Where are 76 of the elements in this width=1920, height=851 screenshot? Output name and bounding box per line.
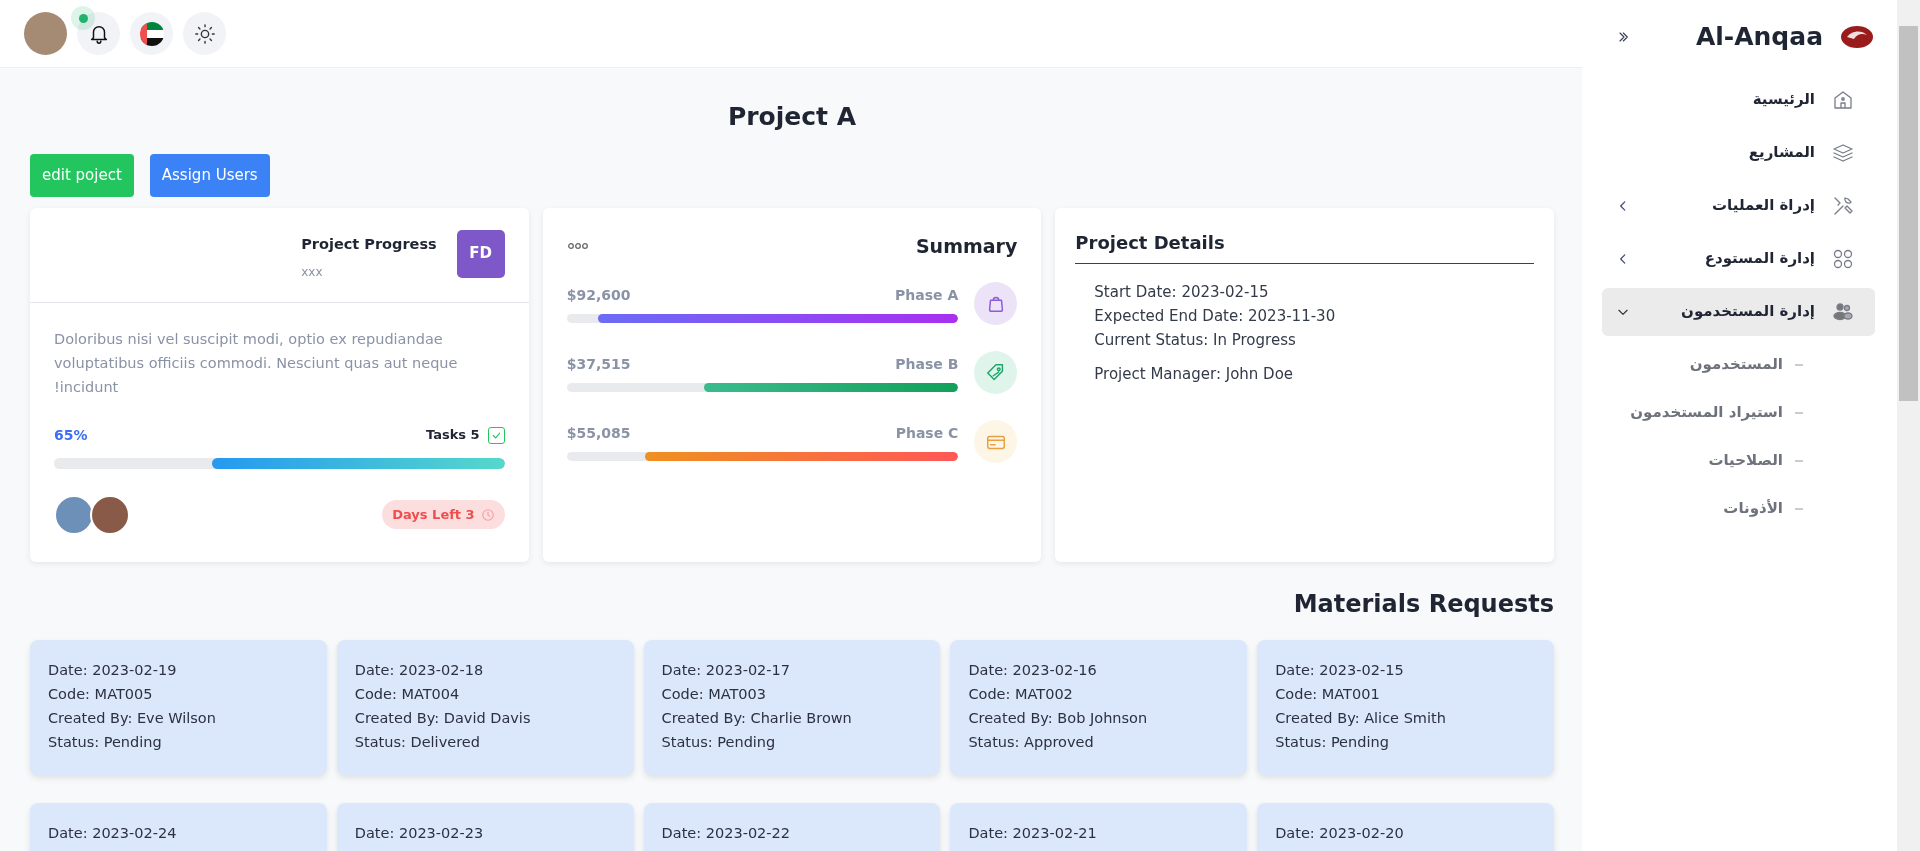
request-card[interactable]: Date: 2023-02-23 [336,803,634,851]
request-text: Date: 2023-02-21 [968,824,1098,844]
progress-percent: 65% [54,425,88,445]
request-text: Code: MAT005 [48,685,154,705]
request-card[interactable]: Date: 2023-02-21 [950,803,1248,851]
request-text: Created By: Charlie Brown [661,709,853,729]
phase-amount: $55,085 [566,423,631,443]
request-text: Date: 2023-02-18 [354,661,485,681]
request-text: Date: 2023-02-16 [968,661,1098,681]
request-card[interactable]: Date: 2023-02-24 [30,803,327,851]
request-text: Status: Pending [661,733,777,753]
scrollbar[interactable] [1897,0,1920,851]
notification-button[interactable] [77,12,120,55]
phase-label: Phase B [895,354,959,374]
card-title: Project Progress [301,234,437,254]
request-text: Date: 2023-02-24 [48,824,178,844]
more-icon [566,241,589,250]
request-text: Code: MAT004 [354,685,461,705]
detail-text: Current Status: In Progress [1094,330,1297,352]
request-text: Created By: Eve Wilson [48,709,217,729]
language-button[interactable] [130,12,173,55]
request-card[interactable]: Date: 2023-02-19 Code: MAT005 Created By: Eve Wilson Status: Pending [30,640,327,776]
request-text: Date: 2023-02-17 [661,661,791,681]
request-text: Created By: David Davis [354,709,532,729]
sun-icon [193,22,216,45]
request-card[interactable]: Date: 2023-02-17 Code: MAT003 Created By: Charlie Brown Status: Pending [643,640,941,776]
request-card[interactable]: Date: 2023-02-22 [643,803,941,851]
assign-button[interactable]: Assign Users [149,154,270,197]
phase-label: Phase A [895,285,959,305]
sidebar-item[interactable]: إدراة العمليات [1602,181,1875,230]
request-text: Status: Approved [968,733,1095,753]
sidebar-item[interactable]: المشاريع [1602,128,1875,177]
card-title: Summary [915,233,1018,259]
request-text: Status: Delivered [354,733,481,753]
submenu-item[interactable]: الأذونات [1602,484,1875,533]
section-title: Materials Requests [1292,589,1554,619]
request-text: Created By: Alice Smith [1275,709,1447,729]
phase-amount: $37,515 [566,354,631,374]
detail-text: Expected End Date: 2023-11-30 [1094,306,1337,328]
page-title: Project A [726,102,858,132]
sidebar-item[interactable]: إدارة المستخدمون [1602,287,1875,336]
request-card[interactable]: Date: 2023-02-16 Code: MAT002 Created By: Bob Johnson Status: Approved [950,640,1248,776]
request-text: Code: MAT002 [968,685,1074,705]
submenu-item[interactable]: الصلاحيات [1602,436,1875,485]
card-title: Project Details [1075,231,1534,265]
request-text: Date: 2023-02-15 [1275,661,1405,681]
request-text: Created By: Bob Johnson [968,709,1149,729]
request-text: Code: MAT001 [1275,685,1381,705]
request-text: Date: 2023-02-19 [48,661,178,681]
phase-amount: $92,600 [566,285,631,305]
phase-label: Phase C [895,423,959,443]
request-card[interactable]: Date: 2023-02-20 [1257,803,1554,851]
avatar-placeholder[interactable] [24,12,67,55]
request-text: Date: 2023-02-23 [354,824,485,844]
sidebar-item[interactable]: الرئيسية [1602,75,1875,124]
clock-icon [480,507,495,522]
theme-button[interactable] [183,12,226,55]
card-subtitle: xxx [301,264,324,282]
request-card[interactable]: Date: 2023-02-18 Code: MAT004 Created By: David Davis Status: Delivered [336,640,634,776]
description-text: Doloribus nisi vel suscipit modi, optio ex repudiandae voluptatibus officiis commodi. Nesciunt quas aut neque !incidunt [53,329,459,397]
request-text: Date: 2023-02-20 [1275,824,1405,844]
submenu-item[interactable]: استيراد المستخدمون [1602,388,1875,437]
request-card[interactable]: Date: 2023-02-15 Code: MAT001 Created By: Alice Smith Status: Pending [1257,640,1554,776]
detail-text: Start Date: 2023-02-15 [1094,282,1270,304]
request-text: Date: 2023-02-22 [661,824,791,844]
detail-text: Project Manager: John Doe [1094,364,1295,386]
flag-icon [139,21,164,46]
days-left-badge: Days Left 3 [382,499,505,530]
request-text: Status: Pending [48,733,163,753]
brand-name: Al-Anqaa [1695,21,1823,53]
sidebar-item[interactable]: إدارة المستودع [1602,234,1875,283]
tasks-count: Tasks 5 [426,426,480,445]
submenu-item[interactable]: المستخدمون [1602,340,1875,389]
request-text: Code: MAT003 [661,685,768,705]
request-text: Status: Pending [1275,733,1390,753]
initials-badge: FD [456,229,505,278]
